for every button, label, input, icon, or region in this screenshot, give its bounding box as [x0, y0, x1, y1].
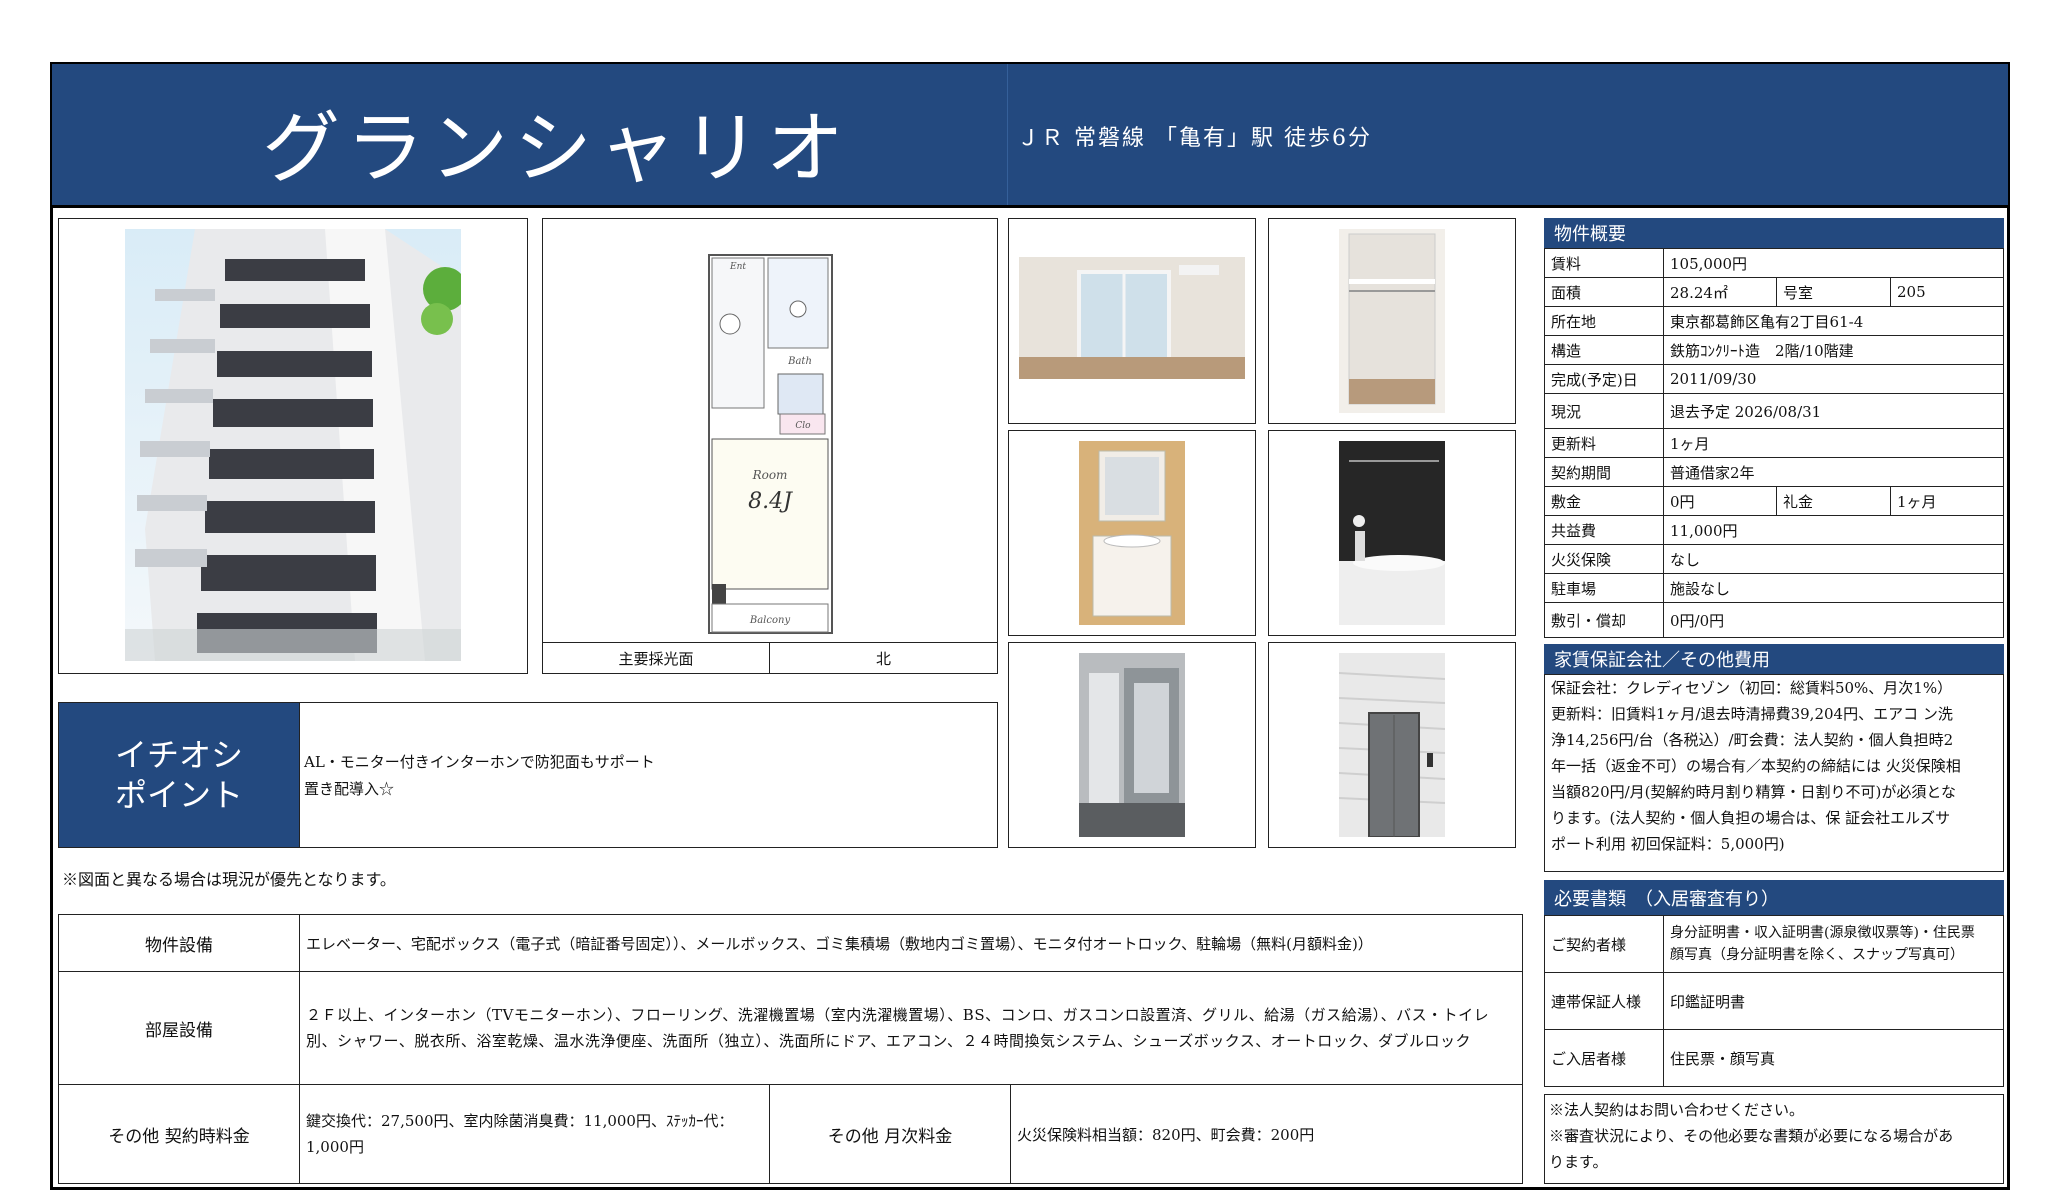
photo-washroom-frame [1008, 430, 1256, 636]
monthly-fee-value: 火災保険料相当額：820円、町会費：200円 [1010, 1084, 1523, 1184]
room-facilities-value: ２Ｆ以上、インターホン（TVモニターホン）、フローリング、洗濯機置場（室内洗濯機… [299, 971, 1523, 1085]
pr-label-line2: ポイント [114, 776, 243, 814]
documents-note3: ります。 [1549, 1153, 1608, 1171]
doc-contractor-label: ご契約者様 [1544, 915, 1664, 973]
pr-text-box: AL・モニター付きインターホンで防犯面もサポート 置き配導入☆ [299, 702, 998, 848]
floorplan-balcony-label: Balcony [749, 615, 791, 626]
photo-living-frame [1008, 218, 1256, 424]
fire-insurance-value: なし [1663, 544, 2004, 574]
structure-value: 鉄筋ｺﾝｸﾘｰﾄ造 2階/10階建 [1663, 335, 2004, 365]
documents-note1: ※法人契約はお問い合わせください。 [1549, 1101, 1805, 1119]
key-money-label: 礼金 [1776, 486, 1891, 516]
building-facilities-label: 物件設備 [58, 914, 300, 972]
parking-value: 施設なし [1663, 573, 2004, 603]
bathroom-photo [1339, 441, 1445, 625]
photo-closet-frame [1268, 218, 1516, 424]
structure-label: 構造 [1544, 335, 1664, 365]
pr-label: イチオシ ポイント [58, 702, 300, 848]
header-divider [1007, 64, 1008, 205]
header-banner: グランシャリオ ＪＲ 常磐線 「亀有」駅 徒歩6分 [52, 64, 2008, 208]
plan-note: ※図面と異なる場合は現況が優先となります。 [62, 870, 396, 889]
main-light-label: 主要採光面 [542, 642, 770, 674]
building-exterior-photo [125, 229, 461, 661]
photo-elevator-frame [1268, 642, 1516, 848]
guarantee-text: 保証会社：クレディセゾン（初回：総賃料50%、月次1%） 更新料：旧賃料1ヶ月/… [1544, 674, 2004, 872]
floorplan-room-label: Room [752, 468, 788, 482]
doc-resident-label: ご入居者様 [1544, 1029, 1664, 1087]
status-label: 現況 [1544, 393, 1664, 429]
guarantee-line: 浄14,256円/台（各税込）/町会費：法人契約・個人負担時2 [1551, 731, 1954, 749]
floorplan-frame: Room 8.4J Balcony Bath Ent Clo [542, 218, 998, 674]
fire-insurance-label: 火災保険 [1544, 544, 1664, 574]
closet-photo [1339, 229, 1445, 413]
living-room-photo [1019, 257, 1245, 379]
common-fee-label: 共益費 [1544, 515, 1664, 545]
room-no-label: 号室 [1776, 277, 1891, 307]
term-value: 普通借家2年 [1663, 457, 2004, 487]
area-label: 面積 [1544, 277, 1664, 307]
building-facilities-value: エレベーター、宅配ボックス（電子式（暗証番号固定））、メールボックス、ゴミ集積場… [299, 914, 1523, 972]
photo-entrance-frame [1008, 642, 1256, 848]
doc-contractor-value: 身分証明書・収入証明書(源泉徴収票等)・住民票 顔写真（身分証明書を除く、スナッ… [1663, 915, 2004, 973]
term-label: 契約期間 [1544, 457, 1664, 487]
doc-contractor-line2: 顔写真（身分証明書を除く、スナップ写真可） [1670, 947, 1964, 963]
parking-label: 駐車場 [1544, 573, 1664, 603]
address-label: 所在地 [1544, 306, 1664, 336]
pr-text-line2: 置き配導入☆ [304, 780, 395, 798]
guarantee-line: ポート利用 初回保証料：5,000円) [1551, 835, 1785, 853]
monthly-fee-label: その他 月次料金 [769, 1084, 1011, 1184]
status-value: 退去予定 2026/08/31 [1663, 393, 2004, 429]
contract-fee-label: その他 契約時料金 [58, 1084, 300, 1184]
overview-title: 物件概要 [1544, 218, 2004, 248]
room-no-value: 205 [1890, 277, 2004, 307]
built-value: 2011/09/30 [1663, 364, 2004, 394]
deposit-label: 敷金 [1544, 486, 1664, 516]
doc-guarantor-label: 連帯保証人様 [1544, 972, 1664, 1030]
entrance-photo [1079, 653, 1185, 837]
guarantee-title: 家賃保証会社／その他費用 [1544, 644, 2004, 674]
property-name: グランシャリオ [262, 104, 851, 194]
photo-bathroom-frame [1268, 430, 1516, 636]
guarantee-line: 更新料：旧賃料1ヶ月/退去時清掃費39,204円、エアコ ン洗 [1551, 705, 1953, 723]
renewal-value: 1ヶ月 [1663, 428, 2004, 458]
rent-value: 105,000円 [1663, 248, 2004, 278]
area-value: 28.24㎡ [1663, 277, 1777, 307]
floorplan-room-size: 8.4J [748, 489, 793, 514]
main-light-value: 北 [769, 642, 998, 674]
floorplan-bath-label: Bath [787, 356, 812, 367]
address-value: 東京都葛飾区亀有2丁目61-4 [1663, 306, 2004, 336]
rent-label: 賃料 [1544, 248, 1664, 278]
pr-text-line1: AL・モニター付きインターホンで防犯面もサポート [304, 753, 655, 771]
documents-notes: ※法人契約はお問い合わせください。 ※審査状況により、その他必要な書類が必要にな… [1544, 1094, 2004, 1184]
exterior-photo-frame [58, 218, 528, 674]
washroom-photo [1079, 441, 1185, 625]
doc-resident-value: 住民票・顔写真 [1663, 1029, 2004, 1087]
documents-note2: ※審査状況により、その他必要な書類が必要になる場合があ [1549, 1127, 1954, 1145]
station-access: ＪＲ 常磐線 「亀有」駅 徒歩6分 [1017, 126, 1372, 151]
contract-fee-value: 鍵交換代：27,500円、室内除菌消臭費：11,000円、ｽﾃｯｶｰ代：1,00… [299, 1084, 770, 1184]
key-money-value: 1ヶ月 [1890, 486, 2004, 516]
guarantee-line: ります。(法人契約・個人負担の場合は、保 証会社エルズサ [1551, 809, 1951, 827]
shikibiki-value: 0円/0円 [1663, 602, 2004, 638]
room-facilities-label: 部屋設備 [58, 971, 300, 1085]
renewal-label: 更新料 [1544, 428, 1664, 458]
common-fee-value: 11,000円 [1663, 515, 2004, 545]
guarantee-line: 保証会社：クレディセゾン（初回：総賃料50%、月次1%） [1551, 679, 1953, 697]
deposit-value: 0円 [1663, 486, 1777, 516]
documents-title: 必要書類 （入居審査有り） [1544, 880, 2004, 916]
floorplan-drawing: Room 8.4J Balcony Bath Ent Clo [708, 254, 833, 634]
built-label: 完成(予定)日 [1544, 364, 1664, 394]
guarantee-line: 当額820円/月(契解約時月割り精算・日割り不可)が必須とな [1551, 783, 1956, 801]
shikibiki-label: 敷引・償却 [1544, 602, 1664, 638]
pr-label-line1: イチオシ [114, 736, 243, 774]
floorplan-clo-label: Clo [795, 421, 811, 431]
guarantee-line: 年一括（返金不可）の場合有／本契約の締結には 火災保険相 [1551, 757, 1961, 775]
floorplan-ent-label: Ent [729, 262, 746, 272]
doc-contractor-line1: 身分証明書・収入証明書(源泉徴収票等)・住民票 [1670, 925, 1975, 941]
elevator-photo [1339, 653, 1445, 837]
doc-guarantor-value: 印鑑証明書 [1663, 972, 2004, 1030]
